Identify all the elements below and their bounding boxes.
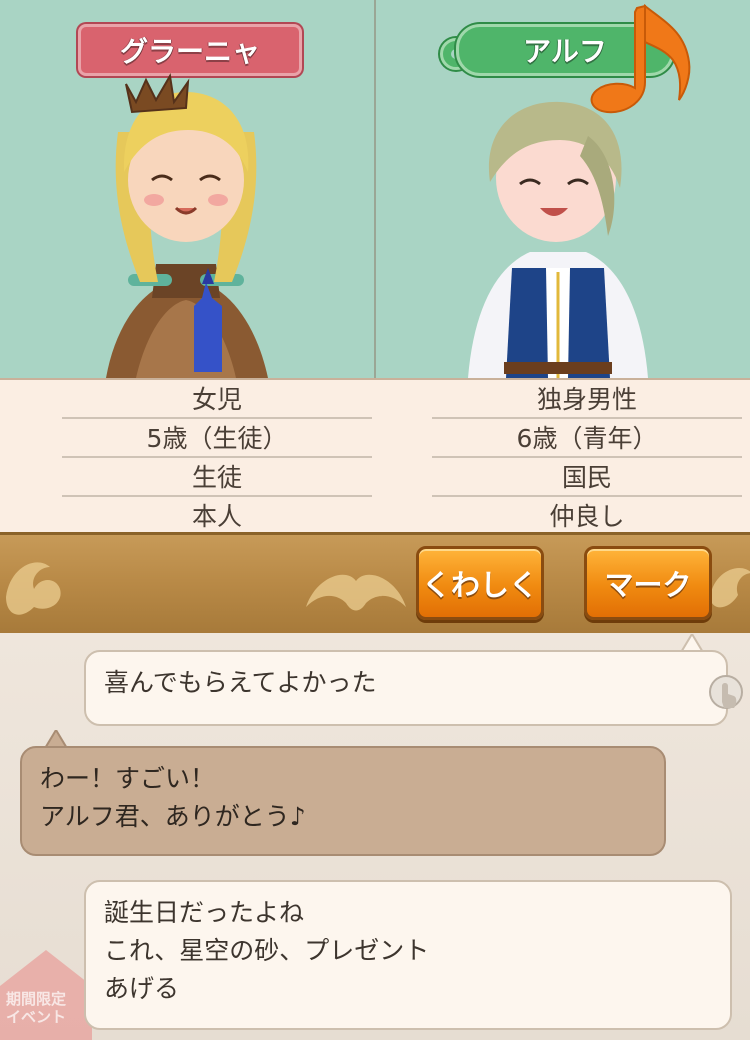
chat-line: 喜んでもらえてよかった [104,668,377,697]
mark-button[interactable]: マーク [584,546,712,620]
left-info-age: 5歳（生徒） [62,419,372,458]
left-character-name: グラーニャ [78,24,302,76]
right-info-category: 独身男性 [432,380,742,419]
chat-line: 誕生日だったよね [104,898,305,927]
touch-scroll-icon[interactable] [706,672,746,716]
right-character-avatar [468,101,648,378]
chat-bubble-alf-1: 喜んでもらえてよかった [84,650,728,726]
chat-bubble-alf-2: 誕生日だったよね これ、星空の砂、プレゼント あげる [84,880,732,1030]
left-info-status: 生徒 [62,458,372,497]
event-badge-label: 期間限定 イベント [6,990,67,1026]
left-info-relation: 本人 [62,497,372,536]
right-info-relation: 仲良し [432,497,742,536]
chat-bubble-grania: わー！すごい！ アルフ君、ありがとう♪ [20,746,666,856]
left-info-column: 女児 5歳（生徒） 生徒 本人 [62,380,372,536]
chat-line: あげる [104,974,180,1003]
right-info-column: 独身男性 6歳（青年） 国民 仲良し [432,380,742,536]
detail-button[interactable]: くわしく [416,546,544,620]
left-info-category: 女児 [62,380,372,419]
chat-line: アルフ君、ありがとう♪ [40,802,306,831]
character-info-table: 女児 5歳（生徒） 生徒 本人 独身男性 6歳（青年） 国民 仲良し [0,378,750,536]
right-info-status: 国民 [432,458,742,497]
chat-line: わー！すごい！ [40,764,216,793]
ornament-left-icon [6,562,61,615]
ornament-center-icon [306,574,406,611]
left-character-avatar [106,73,268,378]
right-info-age: 6歳（青年） [432,419,742,458]
chat-line: これ、星空の砂、プレゼント [104,936,430,965]
